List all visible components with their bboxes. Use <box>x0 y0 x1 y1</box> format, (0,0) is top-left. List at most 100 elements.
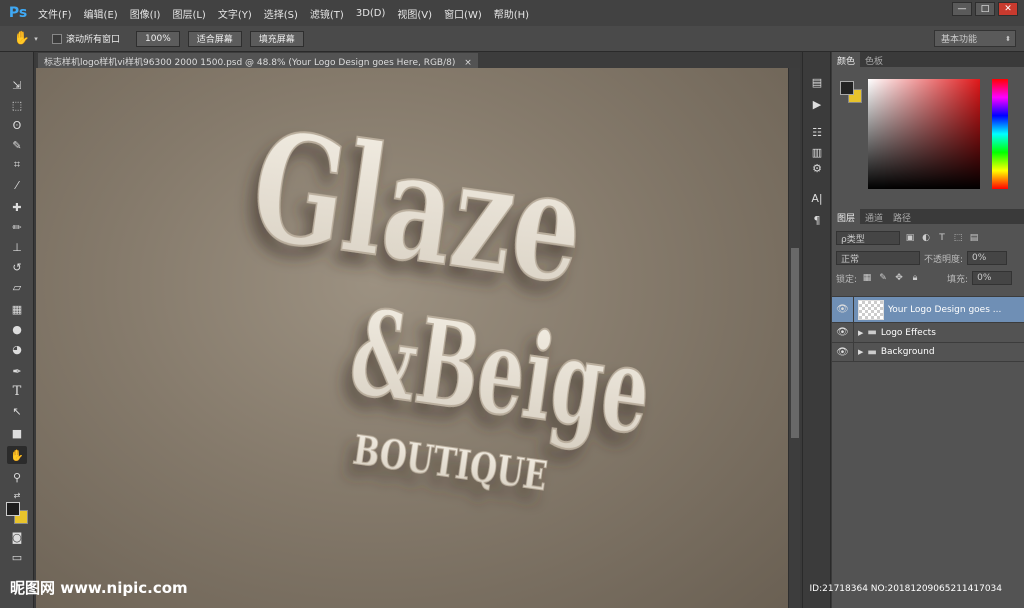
quick-mask-icon[interactable]: ◙ <box>7 528 27 546</box>
filter-pixel-icon[interactable]: ▣ <box>904 232 916 244</box>
menu-layer[interactable]: 图层(L) <box>166 6 211 21</box>
tab-swatches[interactable]: 色板 <box>860 52 888 67</box>
document-tab-title: 标志样机logo样机vi样机96300 2000 1500.psd @ 48.8… <box>44 58 456 68</box>
eyedropper-tool-icon[interactable]: ⁄ <box>7 176 27 194</box>
close-button[interactable]: ✕ <box>998 2 1018 16</box>
zoom-100-button[interactable]: 100% <box>136 30 180 47</box>
tool-presets-icon[interactable]: ⚙ <box>809 160 825 176</box>
path-select-tool-icon[interactable]: ↖ <box>7 402 27 420</box>
color-picker-field[interactable] <box>868 79 980 189</box>
minimize-button[interactable]: — <box>952 2 972 16</box>
type-tool-icon[interactable]: T <box>7 382 27 400</box>
filter-shape-icon[interactable]: ⬚ <box>952 232 964 244</box>
folder-icon: ▬ <box>867 346 877 358</box>
quick-select-tool-icon[interactable]: ✎ <box>7 136 27 154</box>
tab-color[interactable]: 颜色 <box>832 52 861 67</box>
layer-filter-select[interactable]: ρ类型 <box>836 231 900 245</box>
blend-mode-select[interactable]: 正常 <box>836 251 920 265</box>
hue-slider[interactable] <box>992 79 1008 189</box>
vertical-scrollbar[interactable] <box>788 68 800 608</box>
layers-controls: ρ类型 ▣ ◐ T ⬚ ▤ 正常 不透明度: 0% 锁定: ▦ ✎ ✥ 🔒︎ 填… <box>832 224 1024 292</box>
visibility-eye-icon[interactable]: 👁︎ <box>832 343 854 361</box>
hand-tool-button-icon[interactable]: ✋ <box>7 446 27 464</box>
expand-arrow-icon[interactable]: ▶ <box>858 329 863 337</box>
menu-view[interactable]: 视图(V) <box>391 6 438 21</box>
folder-icon: ▬ <box>867 327 877 338</box>
filter-type-icon[interactable]: T <box>936 232 948 244</box>
scroll-all-checkbox[interactable] <box>52 33 62 44</box>
lasso-tool-icon[interactable]: ʘ <box>7 116 27 134</box>
menu-file[interactable]: 文件(F) <box>32 6 78 21</box>
fill-field[interactable]: 0% <box>972 271 1013 285</box>
lock-position-icon[interactable]: ✥ <box>893 272 905 284</box>
layer-thumbnail <box>858 299 884 320</box>
brush-tool-icon[interactable]: ✏ <box>7 218 27 236</box>
opacity-field[interactable]: 0% <box>967 251 1008 265</box>
healing-brush-tool-icon[interactable]: ✚ <box>7 198 27 216</box>
visibility-eye-icon[interactable]: 👁︎ <box>832 323 854 342</box>
layer-row[interactable]: 👁︎ ▶ ▬ Background <box>832 342 1024 362</box>
menu-image[interactable]: 图像(I) <box>124 6 167 21</box>
scroll-all-label: 滚动所有窗口 <box>66 35 121 45</box>
eraser-tool-icon[interactable]: ▱ <box>7 278 27 296</box>
fill-screen-button[interactable]: 填充屏幕 <box>249 30 304 47</box>
history-icon[interactable]: ▤ <box>809 74 825 90</box>
character-icon[interactable]: A| <box>809 190 825 206</box>
lock-label: 锁定: <box>836 274 858 285</box>
layer-name: Your Logo Design goes ... <box>888 304 1002 315</box>
pen-tool-icon[interactable]: ✒ <box>7 362 27 380</box>
menu-edit[interactable]: 编辑(E) <box>78 6 124 21</box>
layers-list: 👁︎ Your Logo Design goes ... 👁︎ ▶ ▬ Logo… <box>832 296 1024 362</box>
menu-select[interactable]: 选择(S) <box>258 6 304 21</box>
color-panel <box>832 67 1024 197</box>
menu-help[interactable]: 帮助(H) <box>488 6 535 21</box>
lock-pixels-icon[interactable]: ✎ <box>877 272 889 284</box>
opacity-value: 0% <box>972 253 987 263</box>
lock-transparent-icon[interactable]: ▦ <box>861 272 873 284</box>
paragraph-icon[interactable]: ¶ <box>809 212 825 228</box>
maximize-button[interactable]: □ <box>975 2 995 16</box>
layer-row[interactable]: 👁︎ ▶ ▬ Logo Effects <box>832 322 1024 342</box>
hand-tool-icon[interactable]: ✋ <box>14 31 30 46</box>
gradient-tool-icon[interactable]: ▦ <box>7 300 27 318</box>
adjustments-icon[interactable]: ☷ <box>809 124 825 140</box>
color-panel-foreground-swatch[interactable] <box>840 81 854 95</box>
menu-type[interactable]: 文字(Y) <box>212 6 258 21</box>
fill-value: 0% <box>977 273 992 283</box>
fit-screen-button[interactable]: 适合屏幕 <box>187 30 242 47</box>
menu-filter[interactable]: 滤镜(T) <box>304 6 350 21</box>
tab-channels[interactable]: 通道 <box>860 209 888 224</box>
filter-smart-object-icon[interactable]: ▤ <box>968 232 980 244</box>
options-bar: ✋ ▾ 滚动所有窗口 100% 适合屏幕 填充屏幕 基本功能 ⬍ <box>0 26 1024 52</box>
workspace-select[interactable]: 基本功能 ⬍ <box>934 30 1016 47</box>
layer-name: Logo Effects <box>880 327 936 338</box>
blur-tool-icon[interactable]: ● <box>7 320 27 338</box>
layer-row[interactable]: 👁︎ Your Logo Design goes ... <box>832 296 1024 322</box>
zoom-tool-icon[interactable]: ⚲ <box>7 468 27 486</box>
screen-mode-icon[interactable]: ▭ <box>7 548 27 566</box>
properties-icon[interactable]: ▥ <box>809 144 825 160</box>
tab-layers[interactable]: 图层 <box>832 209 861 224</box>
lock-all-icon[interactable]: 🔒︎ <box>909 272 921 284</box>
foreground-color-swatch[interactable] <box>6 502 20 516</box>
dodge-tool-icon[interactable]: ◕ <box>7 340 27 358</box>
document-canvas[interactable]: Glaze &Beige BOUTIQUE <box>36 68 788 608</box>
history-brush-tool-icon[interactable]: ↺ <box>7 258 27 276</box>
move-tool-icon[interactable]: ⇲ <box>7 76 27 94</box>
tab-paths[interactable]: 路径 <box>888 209 916 224</box>
crop-tool-icon[interactable]: ⌗ <box>7 156 27 174</box>
visibility-eye-icon[interactable]: 👁︎ <box>832 297 854 322</box>
scrollbar-thumb[interactable] <box>791 248 799 438</box>
filter-adjustment-icon[interactable]: ◐ <box>920 232 932 244</box>
close-tab-icon[interactable]: × <box>464 58 472 68</box>
expand-arrow-icon[interactable]: ▶ <box>858 348 863 356</box>
chevron-down-icon[interactable]: ▾ <box>30 33 42 45</box>
document-tab[interactable]: 标志样机logo样机vi样机96300 2000 1500.psd @ 48.8… <box>38 53 478 68</box>
menu-3d[interactable]: 3D(D) <box>350 8 392 19</box>
marquee-tool-icon[interactable]: ⬚ <box>7 96 27 114</box>
rectangle-tool-icon[interactable]: ■ <box>7 424 27 442</box>
menu-window[interactable]: 窗口(W) <box>438 6 488 21</box>
clone-stamp-tool-icon[interactable]: ⊥ <box>7 238 27 256</box>
actions-play-icon[interactable]: ▶ <box>809 96 825 112</box>
layer-name: Background <box>880 347 935 357</box>
